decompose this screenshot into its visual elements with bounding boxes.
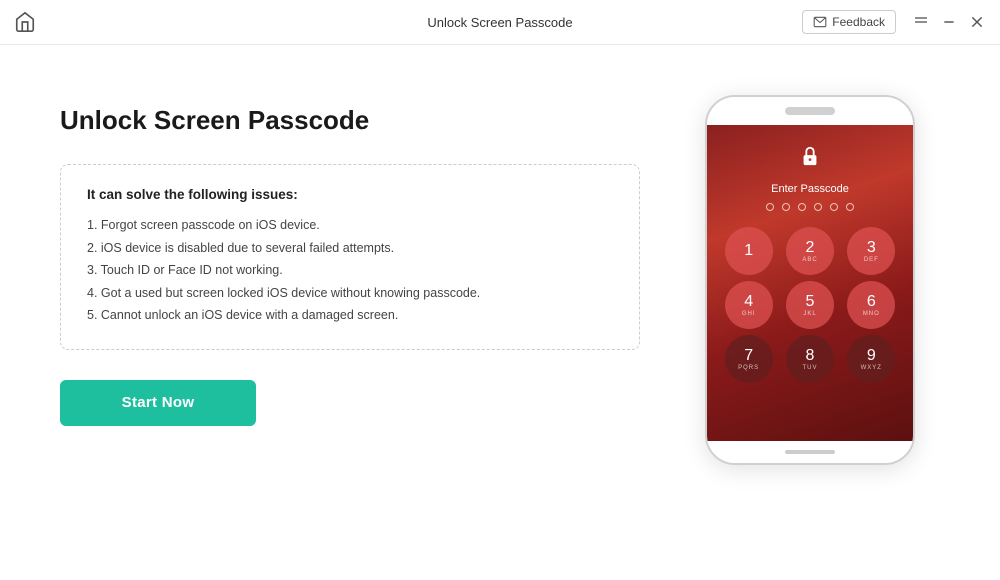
start-now-button[interactable]: Start Now <box>60 380 256 426</box>
enter-passcode-text: Enter Passcode <box>771 183 849 195</box>
numpad-btn-8[interactable]: 8 TUV <box>786 335 834 383</box>
num-main-4: 4 <box>744 294 753 310</box>
numpad-btn-1[interactable]: 1 <box>725 227 773 275</box>
issues-list: 1. Forgot screen passcode on iOS device.… <box>87 214 613 327</box>
dot-3 <box>798 203 806 211</box>
num-main-5: 5 <box>806 294 815 310</box>
home-icon[interactable] <box>14 11 36 33</box>
num-main-1: 1 <box>744 243 753 259</box>
numpad-btn-9[interactable]: 9 WXYZ <box>847 335 895 383</box>
phone-screen: Enter Passcode 1 2 ABC 3 DEF 4 GHI 5 <box>707 125 913 441</box>
issues-list-item: 5. Cannot unlock an iOS device with a da… <box>87 304 613 327</box>
feedback-button[interactable]: Feedback <box>802 10 896 34</box>
issues-list-item: 1. Forgot screen passcode on iOS device. <box>87 214 613 237</box>
home-indicator <box>785 450 835 454</box>
num-sub-6: MNO <box>863 311 880 317</box>
close-button[interactable] <box>968 13 986 31</box>
num-main-6: 6 <box>867 294 876 310</box>
numpad-btn-6[interactable]: 6 MNO <box>847 281 895 329</box>
titlebar-left <box>14 11 36 33</box>
issues-list-item: 2. iOS device is disabled due to several… <box>87 237 613 260</box>
right-section: Enter Passcode 1 2 ABC 3 DEF 4 GHI 5 <box>680 85 940 465</box>
mail-icon <box>813 15 827 29</box>
num-sub-7: PQRS <box>738 365 759 371</box>
num-sub-8: TUV <box>802 365 817 371</box>
numpad-btn-4[interactable]: 4 GHI <box>725 281 773 329</box>
num-sub-3: DEF <box>864 257 879 263</box>
phone-notch <box>785 107 835 115</box>
dot-5 <box>830 203 838 211</box>
window-controls <box>912 13 986 31</box>
numpad-btn-7[interactable]: 7 PQRS <box>725 335 773 383</box>
minimize-button[interactable] <box>940 13 958 31</box>
numpad-btn-2[interactable]: 2 ABC <box>786 227 834 275</box>
passcode-dots <box>766 203 854 211</box>
numpad-btn-3[interactable]: 3 DEF <box>847 227 895 275</box>
menu-button[interactable] <box>912 13 930 31</box>
dot-1 <box>766 203 774 211</box>
num-main-8: 8 <box>806 348 815 364</box>
phone-mockup: Enter Passcode 1 2 ABC 3 DEF 4 GHI 5 <box>705 95 915 465</box>
num-main-2: 2 <box>806 240 815 256</box>
issues-list-item: 4. Got a used but screen locked iOS devi… <box>87 282 613 305</box>
numpad: 1 2 ABC 3 DEF 4 GHI 5 JKL 6 MNO 7 PQRS 8… <box>707 227 913 383</box>
issues-box: It can solve the following issues: 1. Fo… <box>60 164 640 350</box>
issues-list-item: 3. Touch ID or Face ID not working. <box>87 259 613 282</box>
num-main-7: 7 <box>744 348 753 364</box>
dot-4 <box>814 203 822 211</box>
left-section: Unlock Screen Passcode It can solve the … <box>60 85 680 426</box>
titlebar-controls: Feedback <box>802 10 986 34</box>
num-main-3: 3 <box>867 240 876 256</box>
num-sub-9: WXYZ <box>861 365 882 371</box>
num-sub-5: JKL <box>803 311 816 317</box>
dot-6 <box>846 203 854 211</box>
numpad-btn-5[interactable]: 5 JKL <box>786 281 834 329</box>
num-sub-2: ABC <box>802 257 817 263</box>
dot-2 <box>782 203 790 211</box>
phone-bottom <box>707 441 913 463</box>
titlebar: Unlock Screen Passcode Feedback <box>0 0 1000 45</box>
page-title: Unlock Screen Passcode <box>60 105 640 136</box>
issues-title: It can solve the following issues: <box>87 187 613 202</box>
feedback-label: Feedback <box>832 15 885 29</box>
main-content: Unlock Screen Passcode It can solve the … <box>0 45 1000 580</box>
phone-top <box>707 97 913 125</box>
lock-icon <box>799 145 821 173</box>
num-main-9: 9 <box>867 348 876 364</box>
num-sub-4: GHI <box>742 311 756 317</box>
window-title: Unlock Screen Passcode <box>427 15 572 30</box>
